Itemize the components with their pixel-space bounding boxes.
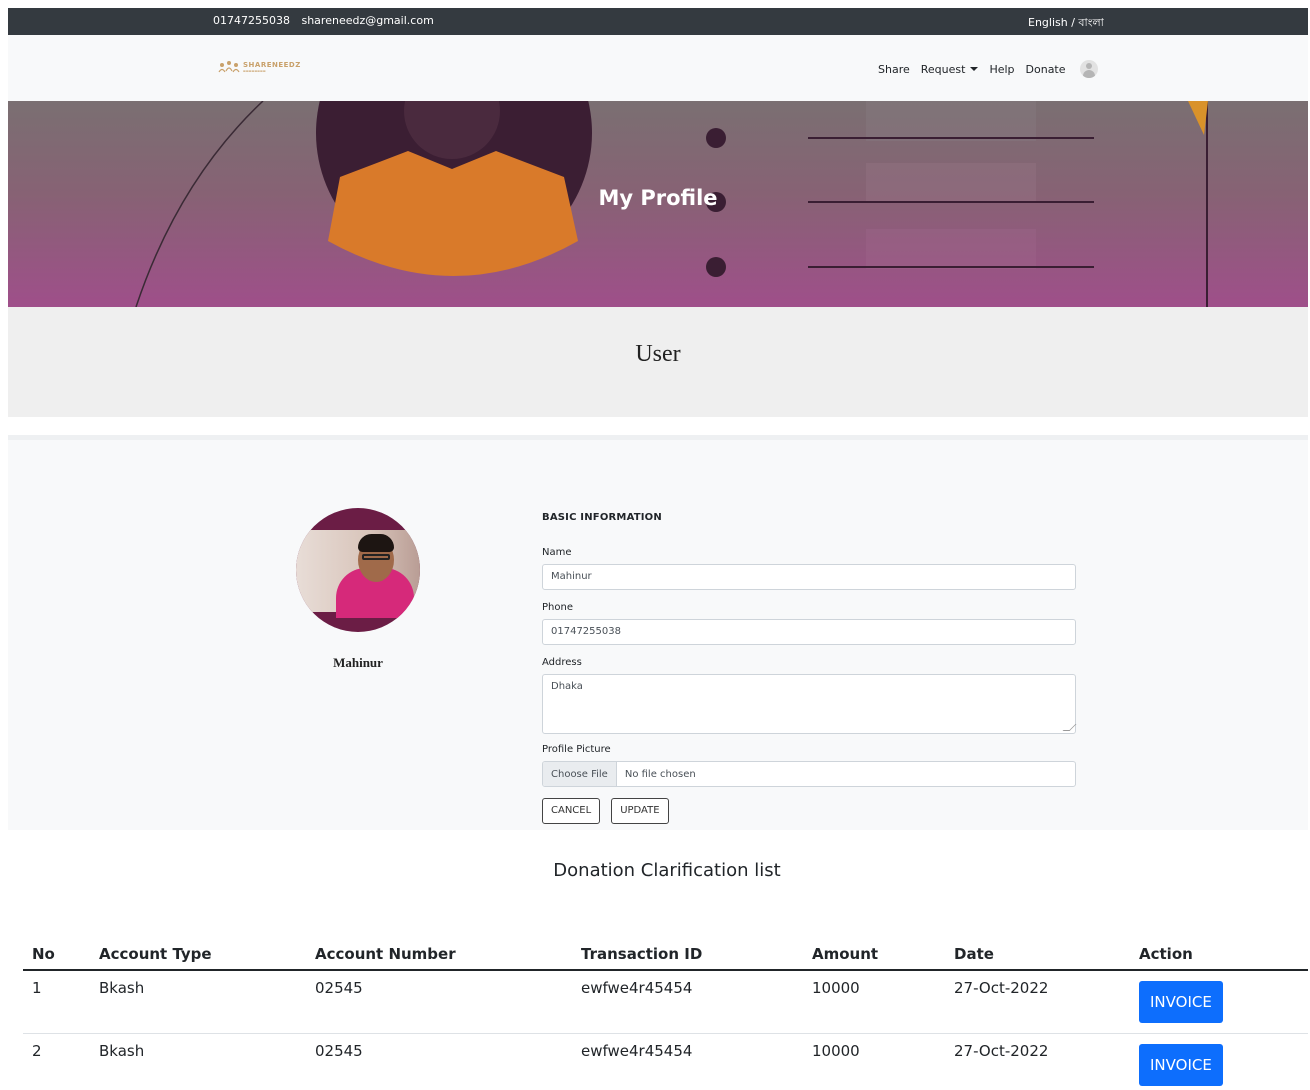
page: 01747255038 shareneedz@gmail.com English…	[0, 0, 1310, 1090]
col-amount: Amount	[803, 938, 945, 971]
col-action: Action	[1130, 938, 1308, 971]
cell-account-type: Bkash	[90, 970, 306, 1034]
brand-tagline-mark: ▬▬▬▬▬▬▬▬	[243, 68, 266, 73]
nav-share[interactable]: Share	[878, 63, 910, 76]
profile-name: Mahinur	[333, 655, 383, 670]
address-label: Address	[542, 657, 582, 668]
col-date: Date	[945, 938, 1130, 971]
col-no: No	[23, 938, 90, 971]
name-label: Name	[542, 547, 572, 558]
caret-down-icon	[970, 66, 979, 71]
cell-account-number: 02545	[306, 970, 572, 1034]
language-switch[interactable]: English / বাংলা	[1028, 14, 1104, 33]
user-avatar-icon[interactable]	[1079, 60, 1098, 78]
cell-account-type: Bkash	[90, 1033, 306, 1090]
phone-input[interactable]: 01747255038	[542, 619, 1076, 645]
table-row: 2 Bkash 02545 ewfwe4r45454 10000 27-Oct-…	[23, 1033, 1308, 1090]
navbar: SHARENEEDZ ▬▬▬▬▬▬▬▬ Share Request Help D…	[8, 35, 1308, 101]
phone-text: 01747255038	[213, 14, 290, 27]
cell-no: 1	[23, 970, 90, 1034]
page-title: My Profile	[598, 186, 718, 210]
cell-amount: 10000	[803, 1033, 945, 1090]
update-button[interactable]: UPDATE	[611, 798, 669, 824]
email-text: shareneedz@gmail.com	[301, 14, 434, 27]
file-status: No file chosen	[624, 768, 696, 780]
user-role: User	[635, 341, 681, 367]
logo-mark-icon	[218, 61, 240, 73]
table-row: 1 Bkash 02545 ewfwe4r45454 10000 27-Oct-…	[23, 970, 1308, 1034]
col-transaction-id: Transaction ID	[572, 938, 803, 971]
invoice-button[interactable]: INVOICE	[1139, 1043, 1223, 1086]
donation-table: No Account Type Account Number Transacti…	[23, 938, 1308, 1090]
cell-date: 27-Oct-2022	[945, 1033, 1130, 1090]
profile-section: Mahinur BASIC INFORMATION Name Mahinur P…	[8, 435, 1308, 830]
contact-info: 01747255038 shareneedz@gmail.com	[213, 14, 442, 27]
nav-request-label: Request	[920, 62, 966, 76]
table-header-row: No Account Type Account Number Transacti…	[23, 938, 1308, 971]
nav-request-dropdown[interactable]: Request	[921, 63, 979, 76]
cell-no: 2	[23, 1033, 90, 1090]
cell-action: INVOICE	[1130, 1033, 1308, 1090]
cell-transaction-id: ewfwe4r45454	[572, 970, 803, 1034]
nav-links: Share Request Help Donate	[878, 60, 1098, 78]
cell-account-number: 02545	[306, 1033, 572, 1090]
address-textarea[interactable]: Dhaka	[542, 674, 1076, 734]
profile-picture-input[interactable]: Choose File No file chosen	[542, 761, 1076, 787]
brand-logo[interactable]: SHARENEEDZ ▬▬▬▬▬▬▬▬	[218, 60, 301, 74]
cell-amount: 10000	[803, 970, 945, 1034]
nav-donate[interactable]: Donate	[1026, 63, 1066, 76]
section-title: BASIC INFORMATION	[542, 512, 662, 523]
top-contact-bar: 01747255038 shareneedz@gmail.com English…	[8, 8, 1308, 35]
phone-label: Phone	[542, 602, 573, 613]
donation-list-title: Donation Clarification list	[553, 860, 781, 881]
form-actions: CANCEL UPDATE	[542, 798, 1076, 824]
nav-help[interactable]: Help	[989, 63, 1014, 76]
cell-transaction-id: ewfwe4r45454	[572, 1033, 803, 1090]
basic-info-form: BASIC INFORMATION Name Mahinur Phone 017…	[542, 512, 1076, 824]
invoice-button[interactable]: INVOICE	[1139, 981, 1223, 1023]
cell-date: 27-Oct-2022	[945, 970, 1130, 1034]
name-input[interactable]: Mahinur	[542, 564, 1076, 590]
brand-name: SHARENEEDZ	[243, 60, 301, 69]
col-account-type: Account Type	[90, 938, 306, 971]
cell-action: INVOICE	[1130, 970, 1308, 1034]
address-value: Dhaka	[551, 681, 583, 692]
picture-label: Profile Picture	[542, 744, 611, 755]
profile-banner: My Profile	[8, 101, 1308, 307]
role-strip: User	[8, 307, 1308, 417]
choose-file-button[interactable]: Choose File	[543, 762, 617, 786]
profile-photo	[296, 508, 420, 632]
col-account-number: Account Number	[306, 938, 572, 971]
cancel-button[interactable]: CANCEL	[542, 798, 601, 824]
